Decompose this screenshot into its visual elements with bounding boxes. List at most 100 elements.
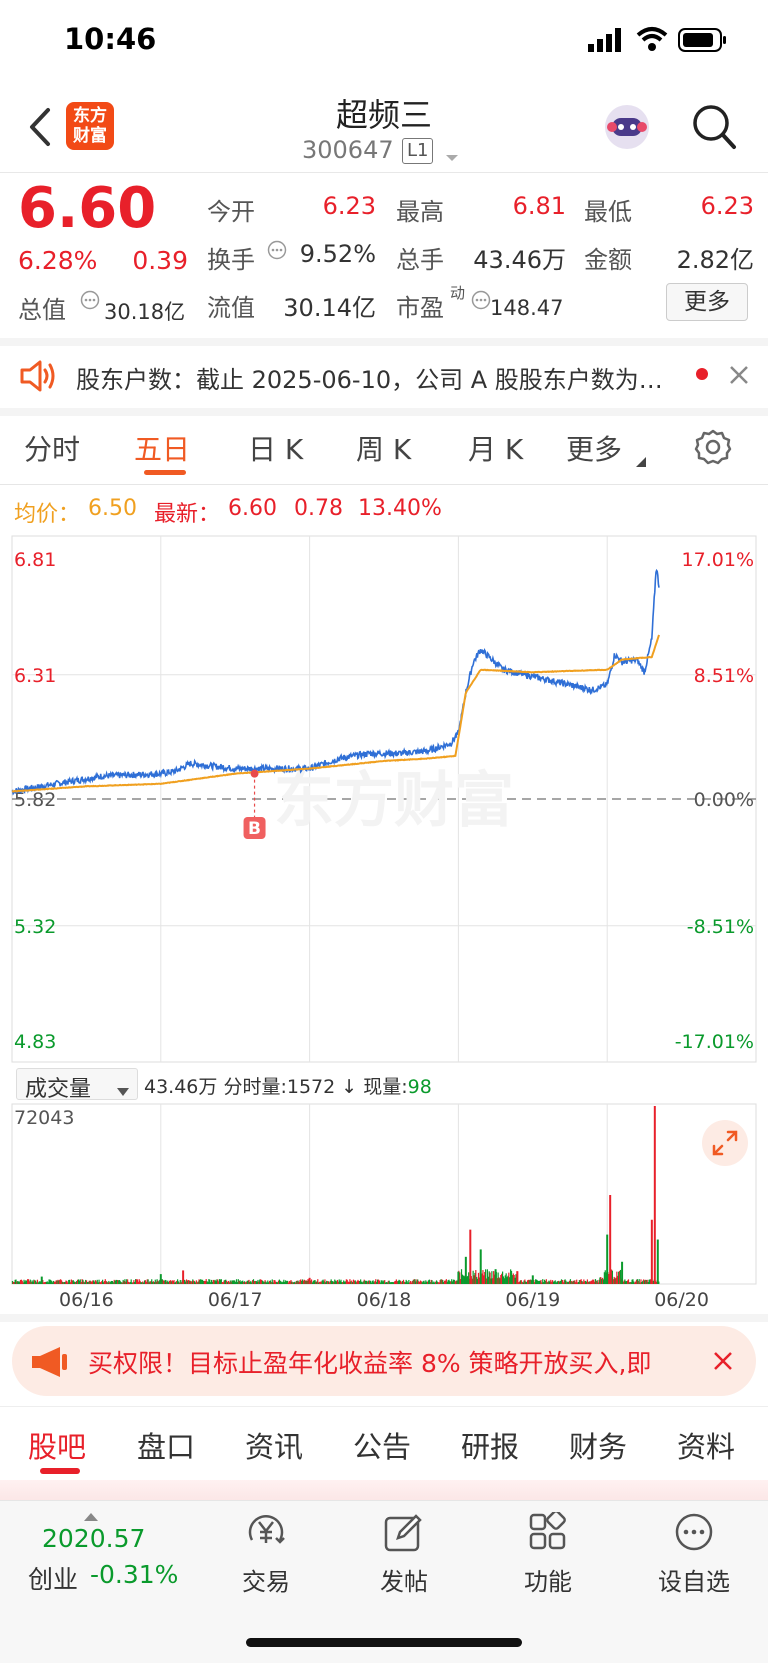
trade-button[interactable]: 交易: [226, 1510, 306, 1600]
y-left-tick-label: 5.32: [14, 916, 56, 938]
turnover-label: 换手: [207, 246, 255, 274]
close-icon[interactable]: [712, 1350, 734, 1372]
functions-label: 功能: [524, 1568, 572, 1596]
tab-research[interactable]: 研报: [461, 1424, 519, 1466]
more-button[interactable]: 更多: [666, 283, 748, 321]
tab-weekly-k[interactable]: 周 K: [356, 428, 411, 468]
index-name[interactable]: 创业: [28, 1560, 78, 1596]
index-change[interactable]: -0.31%: [90, 1560, 178, 1589]
change-amount: 0.39: [132, 246, 188, 275]
expand-button[interactable]: [702, 1120, 748, 1166]
home-indicator: [246, 1638, 522, 1647]
app-logo: 东方 财富: [66, 102, 114, 150]
volume-label: 总手: [396, 246, 444, 274]
watermark-text: 东方财富: [274, 766, 514, 836]
more-circle-icon: [674, 1512, 714, 1552]
post-button[interactable]: 发帖: [364, 1510, 444, 1600]
signal-icon: [588, 28, 626, 52]
tab-active-indicator: [144, 470, 186, 475]
indicator-select[interactable]: 成交量: [16, 1068, 138, 1102]
tab-forum[interactable]: 股吧: [28, 1424, 86, 1466]
latest-change: 0.78: [294, 496, 343, 521]
indicator-select-label: 成交量: [25, 1077, 92, 1102]
stock-name: 超频三: [335, 96, 432, 134]
back-chevron-icon[interactable]: [24, 106, 56, 148]
volume-chart-frame: [11, 1103, 757, 1285]
add-watchlist-label: 设自选: [658, 1568, 730, 1596]
promo-banner[interactable]: 买权限！目标止盈年化收益率 8% 策略开放买入,即: [12, 1326, 756, 1396]
info-icon[interactable]: [471, 290, 491, 310]
post-label: 发帖: [380, 1568, 428, 1596]
turnover-value: 9.52%: [299, 240, 376, 268]
tab-news[interactable]: 资讯: [245, 1424, 303, 1466]
x-tick-label: 06/16: [59, 1289, 114, 1310]
tab-order-book[interactable]: 盘口: [137, 1424, 195, 1466]
volume-summary: 43.46万 分时量:1572 ↓ 现量:98: [144, 1076, 432, 1098]
latest-change-percent: 13.40%: [358, 496, 442, 521]
index-expand-arrow-icon[interactable]: [84, 1506, 98, 1521]
search-icon[interactable]: [690, 102, 738, 152]
y-right-tick-label: -8.51%: [687, 916, 754, 938]
low-label: 最低: [584, 198, 632, 226]
y-right-tick-label: 17.01%: [682, 549, 754, 571]
notice-text[interactable]: 股东户数：截止 2025-06-10，公司 A 股股东户数为…: [76, 360, 666, 395]
pe-label: 市盈: [396, 294, 444, 322]
buy-marker-label: B: [248, 819, 261, 839]
amount-value: 2.82亿: [676, 246, 754, 274]
tab-more[interactable]: 更多: [566, 428, 622, 468]
avg-price-value: 6.50: [88, 496, 137, 521]
y-left-tick-label: 6.31: [14, 665, 56, 687]
price-chart[interactable]: 东方财富6.81 17.01%6.31 8.51%5.82 0.00%5.32 -8.5…: [0, 530, 768, 1070]
x-tick-label: 06/17: [208, 1289, 263, 1310]
float-value-label: 流值: [207, 294, 255, 322]
y-left-tick-label: 4.83: [14, 1031, 56, 1053]
speaker-icon: [18, 358, 58, 394]
tab-announcements[interactable]: 公告: [353, 1424, 411, 1466]
chevron-down-icon: [117, 1081, 129, 1096]
volume-value: 43.46万: [473, 246, 566, 274]
y-right-tick-label: 0.00%: [694, 789, 754, 811]
total-value-label: 总值: [18, 296, 66, 324]
unread-dot: [696, 368, 708, 380]
status-time: 10:46: [64, 22, 157, 56]
change-percent: 6.28%: [18, 246, 98, 275]
tab-active-indicator: [40, 1468, 80, 1474]
tab-daily-k[interactable]: 日 K: [248, 428, 303, 468]
close-icon[interactable]: [728, 364, 750, 386]
tab-monthly-k[interactable]: 月 K: [468, 428, 523, 468]
high-value: 6.81: [512, 192, 566, 220]
price-line: [11, 568, 660, 796]
promo-text: 买权限！目标止盈年化收益率 8% 策略开放买入,即: [88, 1349, 652, 1378]
x-tick-label: 06/19: [505, 1289, 560, 1310]
avg-price-label: 均价：: [14, 502, 81, 527]
level-badge[interactable]: L1: [402, 138, 434, 164]
current-price: 6.60: [18, 176, 157, 241]
stock-code: 300647: [302, 136, 394, 164]
total-value: 30.18亿: [104, 300, 186, 324]
float-value: 30.14亿: [283, 294, 376, 322]
y-right-tick-label: 8.51%: [694, 665, 754, 687]
x-tick-label: 06/18: [357, 1289, 412, 1310]
trade-label: 交易: [242, 1568, 290, 1596]
tab-five-day[interactable]: 五日: [134, 428, 190, 468]
tab-profile[interactable]: 资料: [677, 1424, 735, 1466]
tab-intraday[interactable]: 分时: [24, 428, 80, 468]
volume-chart[interactable]: 72043 06/16 06/17 06/18 06/19 06/20: [0, 1100, 768, 1310]
add-watchlist-button[interactable]: 设自选: [654, 1510, 734, 1600]
tab-finance[interactable]: 财务: [569, 1424, 627, 1466]
y-left-tick-label: 6.81: [14, 549, 56, 571]
low-value: 6.23: [700, 192, 754, 220]
robot-assistant-icon[interactable]: [600, 100, 654, 154]
high-label: 最高: [396, 198, 444, 226]
settings-gear-icon[interactable]: [694, 428, 732, 466]
latest-label: 最新：: [154, 502, 221, 527]
megaphone-icon: [32, 1346, 70, 1378]
level-dropdown-icon[interactable]: [444, 148, 460, 161]
functions-button[interactable]: 功能: [508, 1510, 588, 1600]
wifi-icon: [636, 26, 668, 52]
open-value: 6.23: [322, 192, 376, 220]
index-value[interactable]: 2020.57: [42, 1524, 145, 1553]
pe-superscript: 动: [450, 284, 466, 302]
info-icon[interactable]: [80, 290, 100, 310]
latest-price: 6.60: [228, 496, 277, 521]
